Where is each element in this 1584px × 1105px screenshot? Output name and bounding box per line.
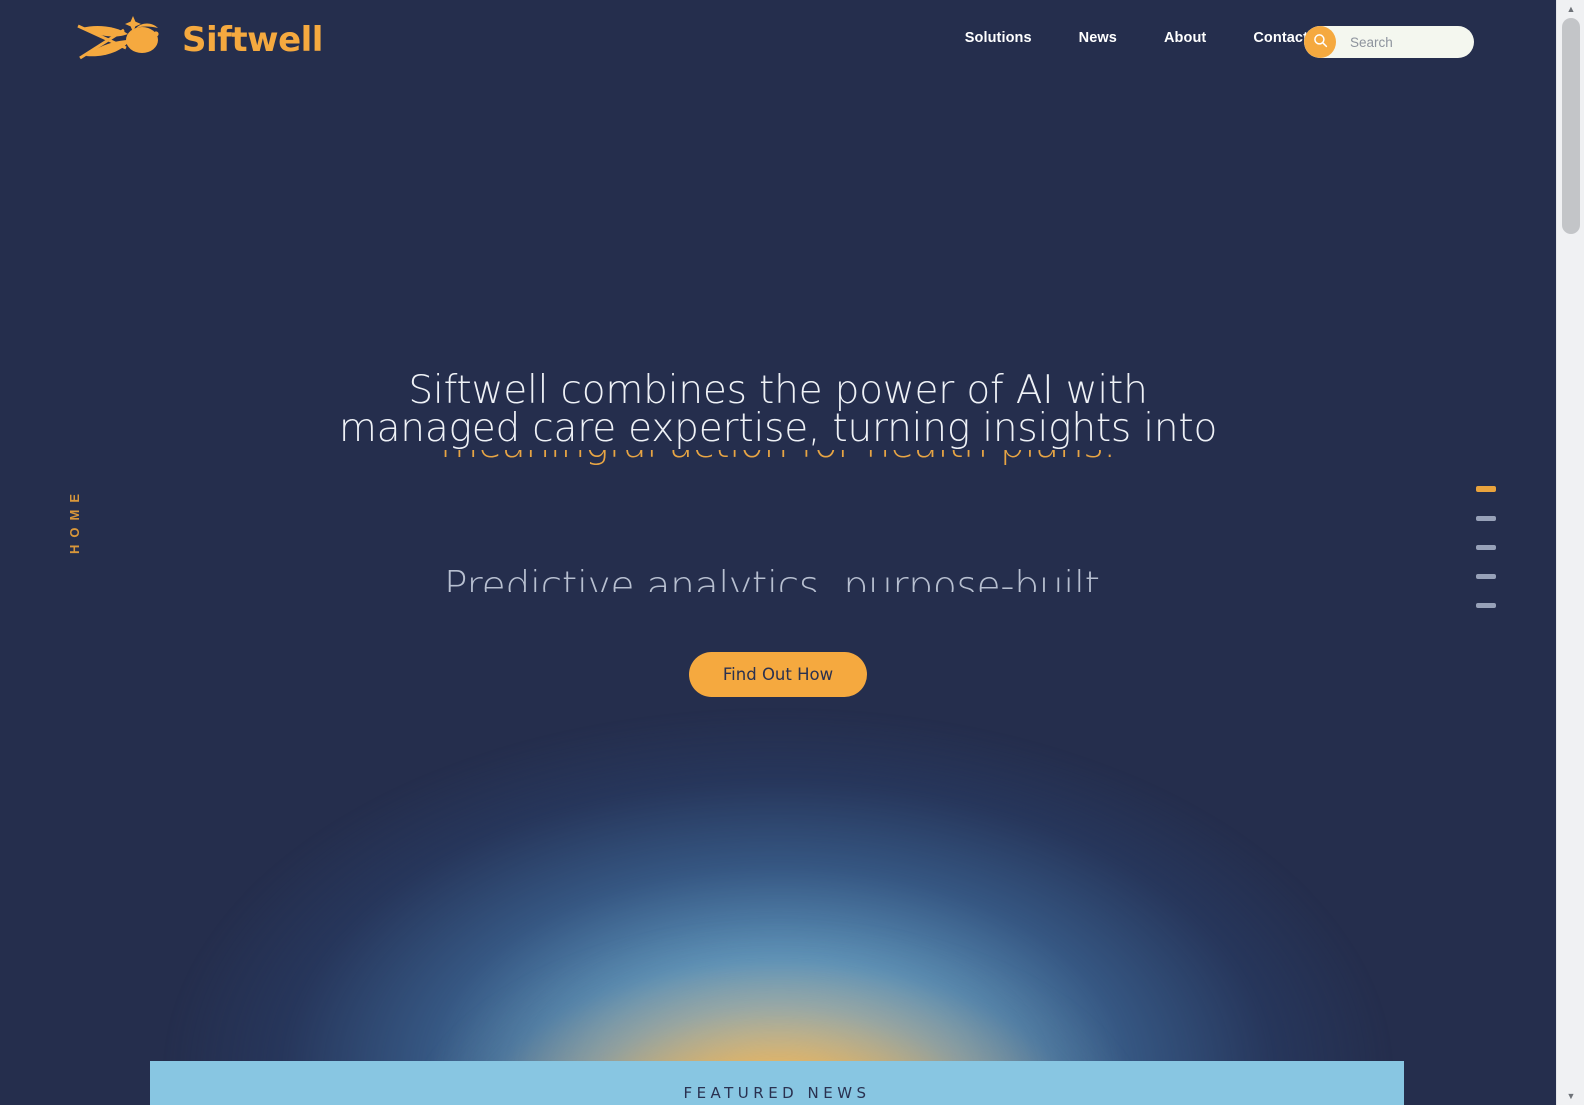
brand-wordmark: Siftwell xyxy=(182,20,323,60)
nav-item-contact[interactable]: Contact xyxy=(1253,30,1308,46)
section-dot-1[interactable] xyxy=(1476,486,1496,492)
scroll-up-arrow-icon[interactable]: ▲ xyxy=(1557,0,1584,18)
section-dot-3[interactable] xyxy=(1476,545,1496,550)
hero-headline-line-3-clipped: meaningful action for health plans. xyxy=(0,450,1556,472)
section-dot-5[interactable] xyxy=(1476,603,1496,608)
brand-logo-link[interactable]: Siftwell xyxy=(76,14,323,66)
hero-headline-line-2: managed care expertise, turning insights… xyxy=(338,406,1218,451)
featured-news-title: FEATURED NEWS xyxy=(683,1084,871,1102)
browser-viewport: Siftwell Solutions News About Contact HO… xyxy=(0,0,1556,1105)
vertical-scrollbar-thumb[interactable] xyxy=(1562,18,1580,234)
vertical-section-label-text: HOME xyxy=(66,486,82,554)
site-header: Siftwell Solutions News About Contact xyxy=(0,0,1556,84)
hero-headline-block: Siftwell combines the power of AI with m… xyxy=(0,368,1556,592)
featured-news-section: FEATURED NEWS xyxy=(150,1061,1404,1105)
hero-section: Siftwell combines the power of AI with m… xyxy=(0,0,1556,1105)
nav-item-solutions[interactable]: Solutions xyxy=(965,30,1032,46)
hero-headline-line-4-clipped: Predictive analytics, purpose-built. xyxy=(0,568,1556,592)
hero-headline-line-1: Siftwell combines the power of AI with xyxy=(408,368,1148,413)
section-dot-4[interactable] xyxy=(1476,574,1496,579)
search-box[interactable] xyxy=(1304,26,1474,58)
hero-headline-line-4-text: Predictive analytics, purpose-built. xyxy=(444,568,1112,592)
find-out-how-button[interactable]: Find Out How xyxy=(688,652,868,697)
section-dot-2[interactable] xyxy=(1476,516,1496,521)
search-icon xyxy=(1313,33,1328,51)
scroll-down-arrow-icon[interactable]: ▼ xyxy=(1557,1087,1584,1105)
search-input[interactable] xyxy=(1336,34,1474,50)
search-submit-button[interactable] xyxy=(1304,26,1336,58)
main-navigation: Solutions News About Contact xyxy=(965,30,1308,46)
siftwell-bee-logo-icon xyxy=(76,14,176,66)
vertical-scrollbar[interactable]: ▲ ▼ xyxy=(1556,0,1584,1105)
hero-headline-line-3-text: meaningful action for health plans. xyxy=(0,450,1556,464)
vertical-section-label: HOME xyxy=(56,470,92,570)
section-pagination-dots xyxy=(1476,486,1496,608)
hero-cta-wrapper: Find Out How xyxy=(0,652,1556,697)
nav-item-news[interactable]: News xyxy=(1079,30,1117,46)
nav-item-about[interactable]: About xyxy=(1164,30,1206,46)
